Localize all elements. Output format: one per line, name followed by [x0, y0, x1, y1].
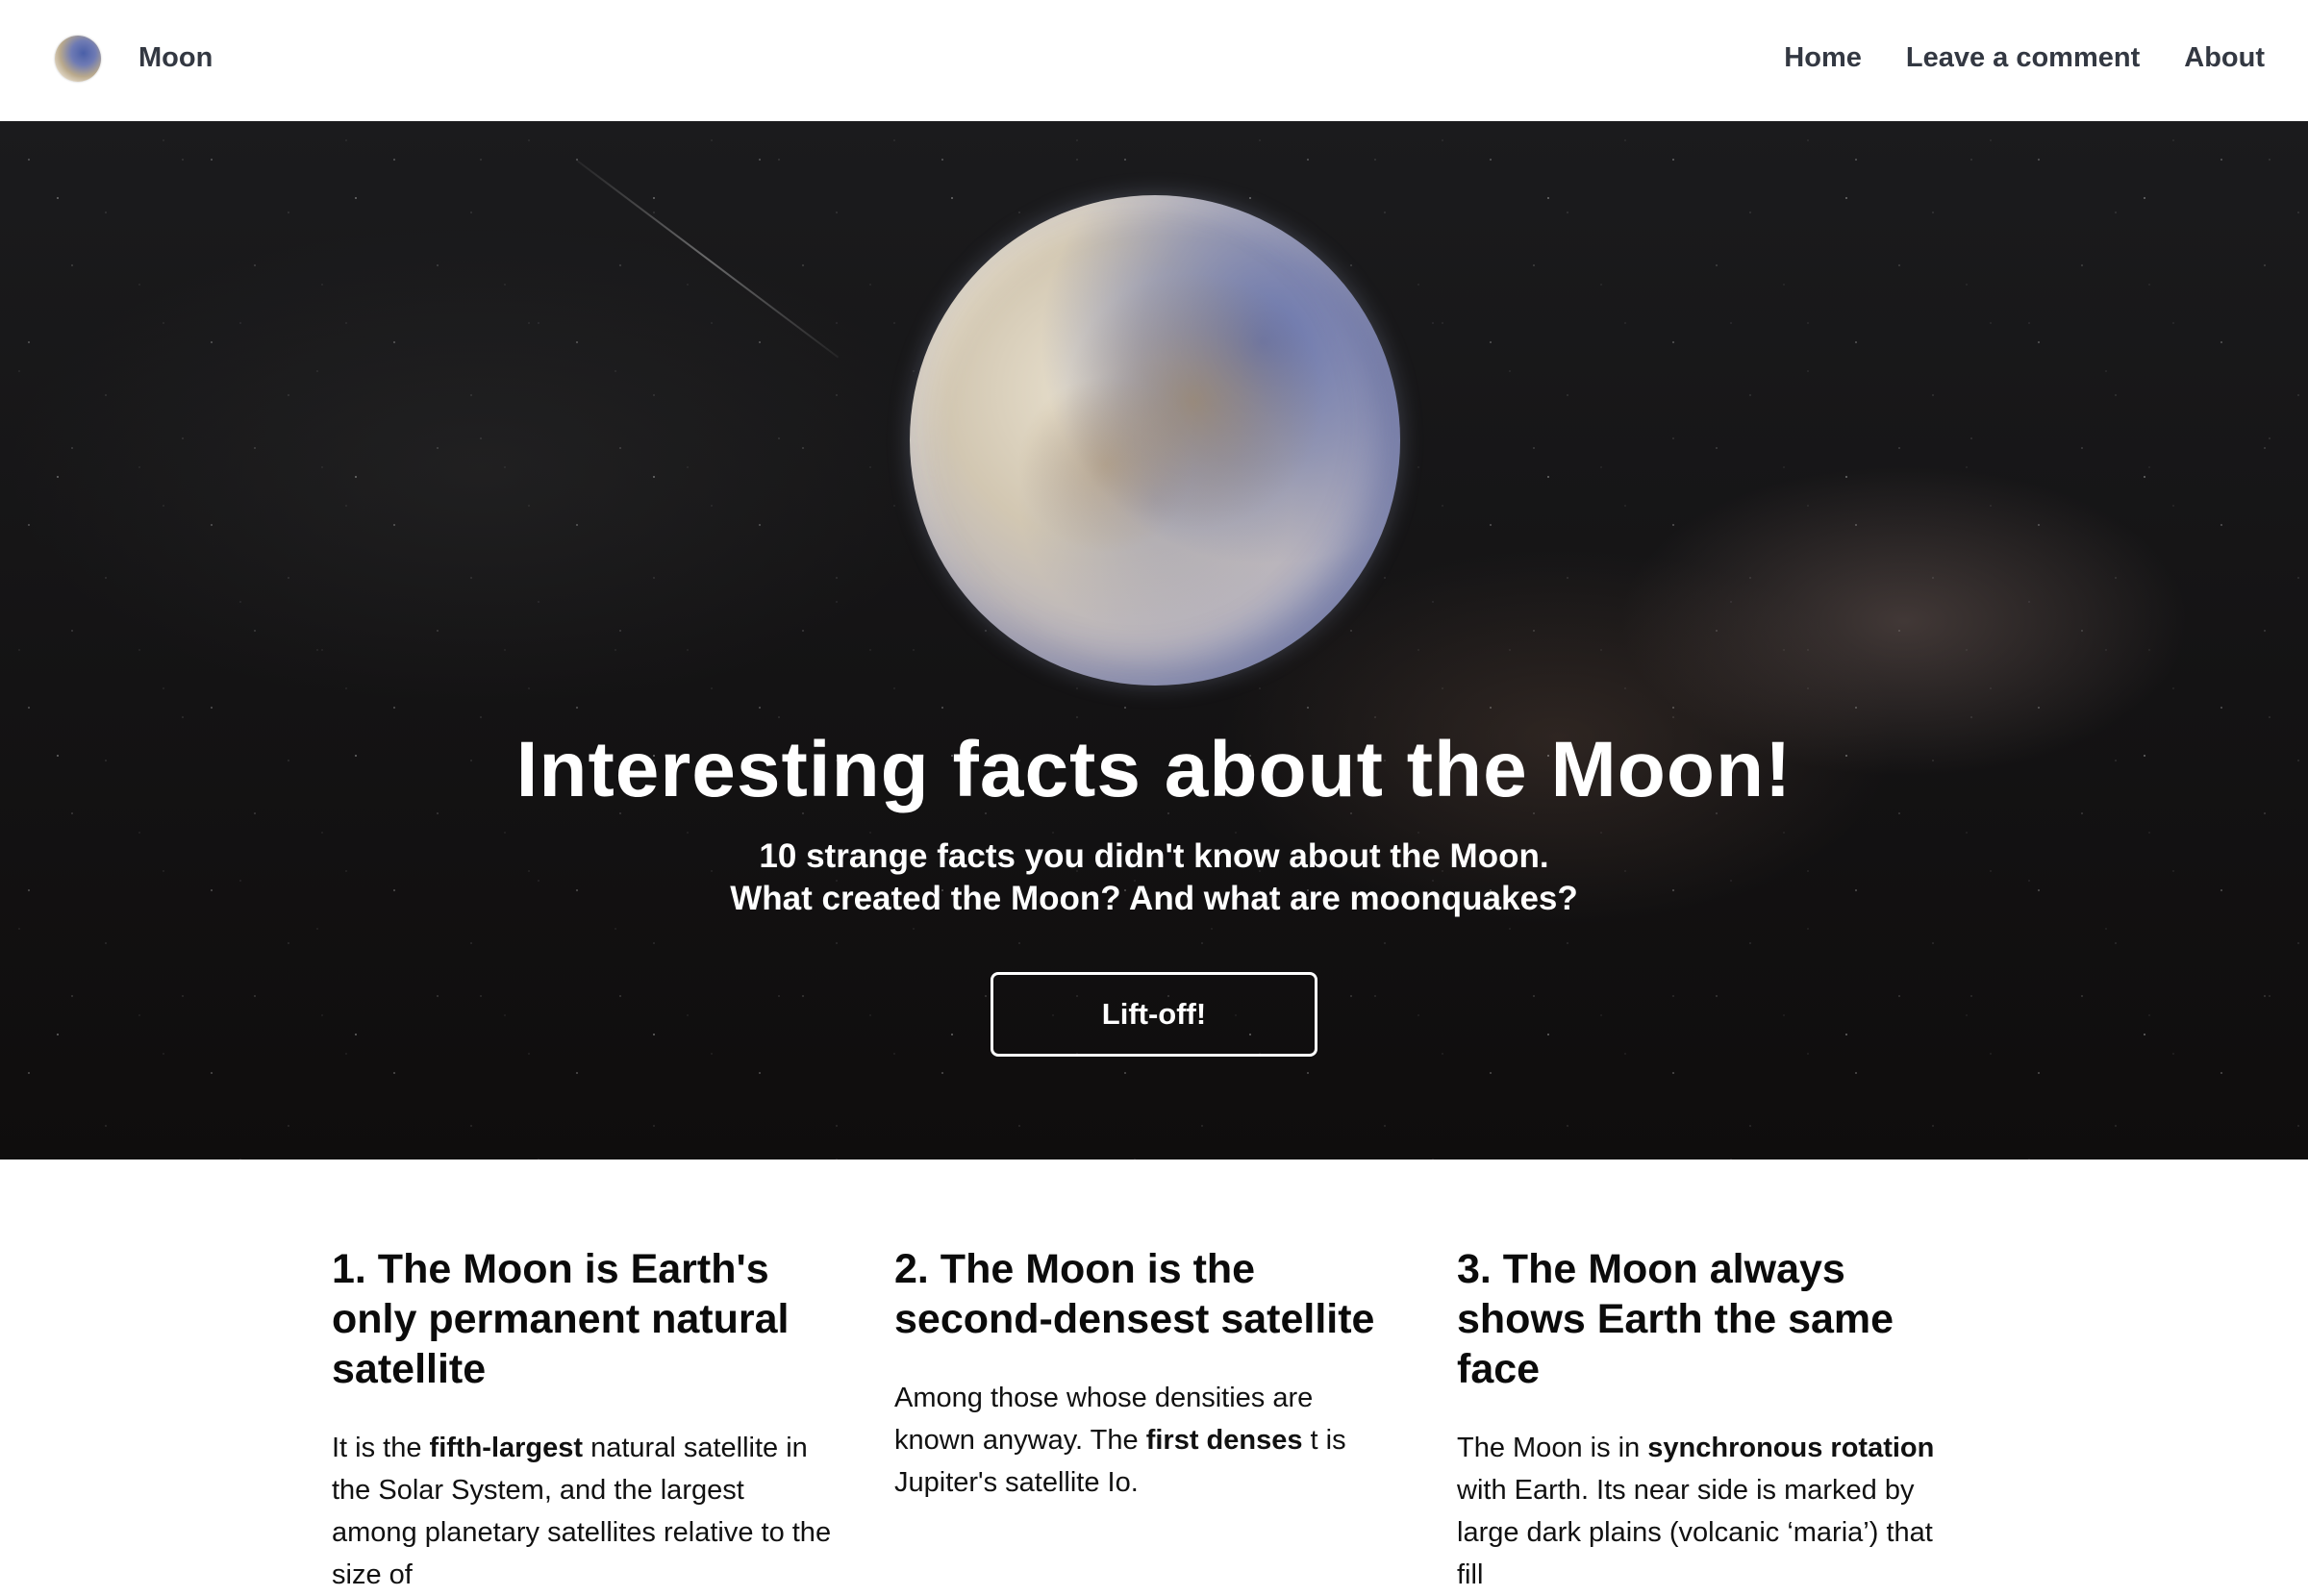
- hero-subtitle-line2: What created the Moon? And what are moon…: [730, 880, 1578, 917]
- fact-card-2: 2. The Moon is the second-densest satell…: [894, 1244, 1399, 1596]
- hero-section: Interesting facts about the Moon! 10 str…: [0, 121, 2308, 1160]
- moon-image: [910, 195, 1400, 686]
- lift-off-button[interactable]: Lift-off!: [991, 972, 1317, 1057]
- main-nav: Home Leave a comment About: [1784, 42, 2265, 74]
- nav-leave-comment-link[interactable]: Leave a comment: [1906, 42, 2140, 74]
- facts-section: 1. The Moon is Earth's only permanent na…: [332, 1244, 1976, 1596]
- brand-name[interactable]: Moon: [138, 42, 213, 74]
- fact-text: Among those whose densities are known an…: [894, 1383, 1346, 1498]
- fact-card-3: 3. The Moon always shows Earth the same …: [1457, 1244, 1962, 1596]
- fact-title: 1. The Moon is Earth's only permanent na…: [332, 1246, 790, 1392]
- fact-title: 2. The Moon is the second-densest satell…: [894, 1246, 1375, 1342]
- hero-subtitle-line1: 10 strange facts you didn't know about t…: [759, 837, 1549, 875]
- fact-card-1: 1. The Moon is Earth's only permanent na…: [332, 1244, 837, 1596]
- fact-title: 3. The Moon always shows Earth the same …: [1457, 1246, 1894, 1392]
- moon-logo-icon[interactable]: [55, 36, 101, 82]
- fact-text: It is the fifth-largest natural satellit…: [332, 1433, 832, 1590]
- nav-home-link[interactable]: Home: [1784, 42, 1862, 74]
- hero-title: Interesting facts about the Moon!: [515, 726, 1793, 813]
- site-header: Moon Home Leave a comment About: [0, 0, 2308, 121]
- fact-text: The Moon is in synchronous rotation with…: [1457, 1433, 1935, 1590]
- nav-about-link[interactable]: About: [2184, 42, 2265, 74]
